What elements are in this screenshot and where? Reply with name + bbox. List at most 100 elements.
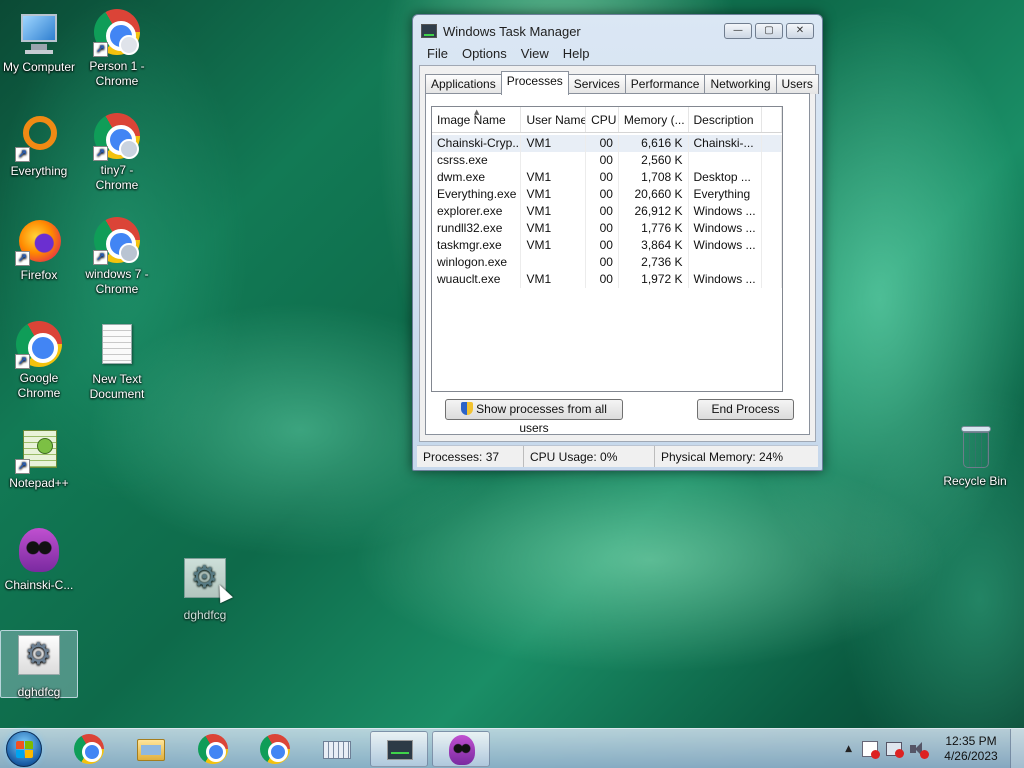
chrome-icon: ↗	[93, 217, 141, 265]
process-row[interactable]: taskmgr.exe VM1 00 3,864 K Windows ...	[432, 237, 782, 254]
menu-help[interactable]: Help	[557, 45, 596, 62]
process-memory: 2,736 K	[619, 254, 689, 271]
process-description: Windows ...	[689, 271, 763, 288]
folder-icon	[135, 733, 167, 765]
taskbar-chainski[interactable]	[432, 731, 490, 767]
process-description: Everything	[689, 186, 763, 203]
process-cpu: 00	[586, 186, 619, 203]
process-row[interactable]: Everything.exe VM1 00 20,660 K Everything	[432, 186, 782, 203]
desktop-icon-everything[interactable]: ↗ Everything	[0, 114, 78, 179]
process-cpu: 00	[586, 152, 619, 169]
start-button[interactable]	[6, 731, 42, 767]
taskbar-explorer[interactable]	[122, 731, 180, 767]
minimize-button[interactable]: —	[724, 23, 752, 39]
process-row[interactable]: dwm.exe VM1 00 1,708 K Desktop ...	[432, 169, 782, 186]
process-cpu: 00	[586, 237, 619, 254]
process-image-name: rundll32.exe	[432, 220, 522, 237]
process-row-spacer	[762, 237, 782, 254]
menu-file[interactable]: File	[421, 45, 454, 62]
desktop-icon-label: windows 7 - Chrome	[85, 267, 149, 296]
clock[interactable]: 12:35 PM 4/26/2023	[932, 734, 1010, 764]
taskbar-chrome[interactable]	[60, 731, 118, 767]
process-list[interactable]: ▲ Image Name User Name CPU Memory (... D…	[431, 106, 783, 392]
process-row[interactable]: wuauclt.exe VM1 00 1,972 K Windows ...	[432, 271, 782, 288]
menu-options[interactable]: Options	[456, 45, 513, 62]
show-hidden-icons-icon[interactable]: ▲	[845, 744, 852, 754]
process-memory: 1,708 K	[619, 169, 689, 186]
desktop-icon-windows7-chrome[interactable]: ↗ windows 7 - Chrome	[78, 216, 156, 297]
process-row[interactable]: explorer.exe VM1 00 26,912 K Windows ...	[432, 203, 782, 220]
tab-performance[interactable]: Performance	[624, 74, 706, 94]
taskbar-chrome-profile-1[interactable]	[184, 731, 242, 767]
process-user-name	[521, 152, 587, 169]
column-header-user-name[interactable]: User Name	[521, 107, 587, 132]
sort-arrow-icon: ▲	[474, 108, 480, 116]
process-cpu: 00	[586, 254, 619, 271]
process-image-name: dwm.exe	[432, 169, 522, 186]
action-center-flag-icon[interactable]	[862, 741, 880, 759]
desktop-icon-dghdfcg-dragging[interactable]: dghdfcg	[166, 554, 244, 623]
window-controls: — ▢ ✕	[724, 23, 814, 39]
close-button[interactable]: ✕	[786, 23, 814, 39]
taskbar-task-manager[interactable]	[370, 731, 428, 767]
firefox-icon: ↗	[15, 218, 63, 266]
desktop-icon-chainski[interactable]: Chainski-C...	[0, 528, 78, 593]
show-desktop-button[interactable]	[1010, 729, 1024, 768]
process-description	[689, 152, 763, 169]
desktop-icon-label: Recycle Bin	[943, 474, 1007, 488]
desktop-icon-notepad-plus-plus[interactable]: ↗ Notepad++	[0, 426, 78, 491]
desktop-icon-recycle-bin[interactable]: Recycle Bin	[936, 424, 1014, 489]
desktop-icon-dghdfcg[interactable]: dghdfcg	[0, 630, 78, 699]
desktop-icon-google-chrome[interactable]: ↗ Google Chrome	[0, 320, 78, 401]
process-row[interactable]: Chainski-Cryp... VM1 00 6,616 K Chainski-...	[432, 135, 782, 152]
process-memory: 3,864 K	[619, 237, 689, 254]
tab-users[interactable]: Users	[775, 74, 819, 94]
process-cpu: 00	[586, 220, 619, 237]
process-row[interactable]: rundll32.exe VM1 00 1,776 K Windows ...	[432, 220, 782, 237]
process-list-header: ▲ Image Name User Name CPU Memory (... D…	[432, 107, 782, 133]
title-bar[interactable]: Windows Task Manager	[421, 21, 581, 41]
process-image-name: csrss.exe	[432, 152, 522, 169]
gear-file-icon	[15, 635, 63, 683]
column-header-memory[interactable]: Memory (...	[619, 107, 689, 132]
taskbar-chrome-profile-2[interactable]	[246, 731, 304, 767]
process-row-spacer	[762, 186, 782, 203]
process-description: Desktop ...	[689, 169, 763, 186]
text-document-icon	[93, 322, 141, 370]
desktop-icon-label: Notepad++	[9, 476, 69, 490]
process-user-name: VM1	[521, 186, 587, 203]
show-all-processes-button[interactable]: Show processes from all users	[445, 399, 623, 435]
desktop-icon-my-computer[interactable]: My Computer	[0, 10, 78, 75]
desktop-icon-person1-chrome[interactable]: ↗ Person 1 - Chrome	[78, 8, 156, 89]
desktop-icon-new-text-document[interactable]: New Text Document	[78, 322, 156, 402]
task-manager-icon	[421, 24, 437, 38]
status-bar: Processes: 37 CPU Usage: 0% Physical Mem…	[417, 445, 818, 467]
clock-date: 4/26/2023	[944, 749, 998, 763]
volume-icon[interactable]	[910, 742, 929, 759]
tab-services[interactable]: Services	[567, 74, 626, 94]
end-process-button[interactable]: End Process	[697, 399, 794, 420]
process-image-name: winlogon.exe	[432, 254, 522, 271]
desktop-icon-label: Chainski-C...	[4, 578, 74, 592]
column-header-cpu[interactable]: CPU	[586, 107, 619, 132]
maximize-button[interactable]: ▢	[755, 23, 783, 39]
taskbar-on-screen-keyboard[interactable]	[308, 731, 366, 767]
process-user-name: VM1	[521, 271, 587, 288]
desktop-icon-label: Everything	[10, 164, 68, 178]
network-icon[interactable]	[886, 742, 904, 758]
process-row[interactable]: csrss.exe 00 2,560 K	[432, 152, 782, 169]
tab-networking[interactable]: Networking	[704, 74, 777, 94]
tab-applications[interactable]: Applications	[425, 74, 502, 94]
column-header-description[interactable]: Description	[689, 107, 763, 132]
desktop-icon-tiny7-chrome[interactable]: ↗ tiny7 - Chrome	[78, 112, 156, 193]
desktop-icon-label: Google Chrome	[17, 371, 61, 400]
computer-icon	[15, 10, 63, 58]
process-row-spacer	[762, 203, 782, 220]
chrome-icon	[259, 733, 291, 765]
system-tray: ▲ 12:35 PM 4/26/2023	[845, 729, 1024, 768]
desktop-icon-firefox[interactable]: ↗ Firefox	[0, 218, 78, 283]
tab-processes[interactable]: Processes	[500, 71, 569, 95]
process-row[interactable]: winlogon.exe 00 2,736 K	[432, 254, 782, 271]
process-cpu: 00	[586, 169, 619, 186]
menu-view[interactable]: View	[515, 45, 555, 62]
